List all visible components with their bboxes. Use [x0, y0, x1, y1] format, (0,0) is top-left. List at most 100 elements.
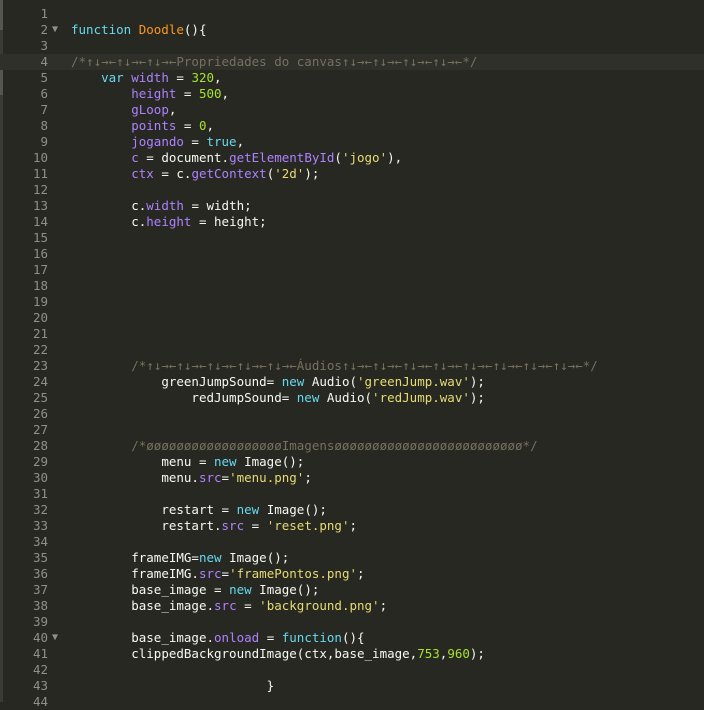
code-line[interactable]: 16	[0, 246, 704, 262]
code-text: /*↑↓→←↑↓→←↑↓→←↑↓→←↑↓→←Áudios↑↓→←↑↓→←↑↓→←…	[71, 358, 598, 374]
code-token: ,	[168, 102, 177, 117]
line-number: 28	[32, 438, 48, 453]
code-token: src	[198, 566, 222, 581]
code-line[interactable]: 24 greenJumpSound= new Audio('greenJump.…	[0, 374, 704, 390]
code-line[interactable]: 42	[0, 662, 704, 678]
code-token: =	[176, 118, 199, 133]
code-line[interactable]: 10 c = document.getElementById('jogo'),	[0, 150, 704, 166]
code-token: ,	[206, 118, 215, 133]
code-token: =	[244, 518, 267, 533]
code-token: ,	[236, 134, 245, 149]
line-number: 35	[32, 550, 48, 565]
fold-arrow-icon[interactable]: ▼	[52, 630, 62, 646]
code-line[interactable]: 5 var width = 320,	[0, 70, 704, 86]
code-line[interactable]: 34	[0, 534, 704, 550]
code-line[interactable]: 43 }	[0, 678, 704, 694]
code-line[interactable]: 9 jogando = true,	[0, 134, 704, 150]
line-number: 25	[32, 390, 48, 405]
code-line[interactable]: 29 menu = new Image();	[0, 454, 704, 470]
code-token: ,	[214, 70, 222, 85]
code-line[interactable]: 38 base_image.src = 'background.png';	[0, 598, 704, 614]
code-text: c = document.getElementById('jogo'),	[71, 150, 402, 166]
code-line[interactable]: 18	[0, 278, 704, 294]
code-token: 'menu.png'	[229, 470, 305, 485]
code-text: base_image = new Image();	[71, 582, 319, 598]
code-token: frameIMG.	[131, 566, 199, 581]
code-line[interactable]: 23 /*↑↓→←↑↓→←↑↓→←↑↓→←↑↓→←Áudios↑↓→←↑↓→←↑…	[0, 358, 704, 374]
code-line[interactable]: 32 restart = new Image();	[0, 502, 704, 518]
code-line[interactable]: 26	[0, 406, 704, 422]
code-line[interactable]: 25 redJumpSound= new Audio('redJump.wav'…	[0, 390, 704, 406]
code-line[interactable]: 19	[0, 294, 704, 310]
code-line[interactable]: 44	[0, 694, 704, 710]
code-text: frameIMG.src='framePontos.png';	[71, 566, 364, 582]
code-line[interactable]: 40 ▼ base_image.onload = function(){	[0, 630, 704, 646]
fold-arrow-icon[interactable]: ▼	[52, 22, 62, 38]
code-token: restart.	[161, 518, 222, 533]
line-number: 22	[32, 342, 48, 357]
code-line[interactable]: 8 points = 0,	[0, 118, 704, 134]
code-token: menu =	[161, 454, 214, 469]
code-token: new	[236, 502, 267, 517]
code-line[interactable]: 6 height = 500,	[0, 86, 704, 102]
line-number: 18	[32, 278, 48, 293]
code-line[interactable]: 2 ▼ function Doodle(){	[0, 22, 704, 38]
code-token: base_image.	[131, 630, 215, 645]
code-line[interactable]: 28 /*øøøøøøøøøøøøøøøøøøImagensøøøøøøøøøø…	[0, 438, 704, 454]
code-token: 960	[447, 646, 470, 661]
code-editor[interactable]: 1 2 ▼ function Doodle(){3 4/*↑↓→←↑↓→←↑↓→←Pro…	[0, 6, 704, 710]
code-line[interactable]: 1	[0, 6, 704, 22]
code-line[interactable]: 7 gLoop,	[0, 102, 704, 118]
code-token: function	[71, 22, 139, 37]
code-line[interactable]: 37 base_image = new Image();	[0, 582, 704, 598]
code-line[interactable]: 22	[0, 342, 704, 358]
code-text: clippedBackgroundImage(ctx,base_image,75…	[71, 646, 485, 662]
line-number: 30	[32, 470, 48, 485]
code-token: base_image.	[131, 598, 215, 613]
code-token: Audio(	[311, 374, 357, 389]
code-token: = height;	[191, 214, 267, 229]
code-line[interactable]: 21	[0, 326, 704, 342]
code-line[interactable]: 12	[0, 182, 704, 198]
code-token: /*↑↓→←↑↓→←↑↓→←↑↓→←↑↓→←Áudios↑↓→←↑↓→←↑↓→←…	[131, 358, 598, 373]
code-line[interactable]: 31	[0, 486, 704, 502]
code-line[interactable]: 11 ctx = c.getContext('2d');	[0, 166, 704, 182]
line-number: 13	[32, 198, 48, 213]
code-token: ,	[221, 86, 230, 101]
code-token: ;	[379, 598, 388, 613]
code-token: width	[146, 198, 184, 213]
code-line[interactable]: 14 c.height = height;	[0, 214, 704, 230]
code-token: c.	[131, 214, 147, 229]
code-token: );	[469, 646, 485, 661]
code-token: Image();	[259, 582, 320, 597]
code-line[interactable]: 17	[0, 262, 704, 278]
code-text: menu.src='menu.png';	[71, 470, 312, 486]
code-text: c.width = width;	[71, 198, 251, 214]
code-line[interactable]: 3	[0, 38, 704, 54]
code-line[interactable]: 33 restart.src = 'reset.png';	[0, 518, 704, 534]
code-line[interactable]: 36 frameIMG.src='framePontos.png';	[0, 566, 704, 582]
code-token: clippedBackgroundImage(ctx,base_image,	[131, 646, 418, 661]
code-line[interactable]: 39	[0, 614, 704, 630]
code-text: gLoop,	[71, 102, 176, 118]
line-number: 12	[32, 182, 48, 197]
code-line[interactable]: 30 menu.src='menu.png';	[0, 470, 704, 486]
code-line[interactable]: 35 frameIMG=new Image();	[0, 550, 704, 566]
code-line[interactable]: 27	[0, 422, 704, 438]
code-line[interactable]: 4 /*↑↓→←↑↓→←↑↓→←Propriedades do canvas↑↓→…	[0, 54, 704, 70]
code-line[interactable]: 15	[0, 230, 704, 246]
line-number: 19	[32, 294, 48, 309]
code-line[interactable]: 20	[0, 310, 704, 326]
code-text: /*øøøøøøøøøøøøøøøøøøImagensøøøøøøøøøøøøø…	[71, 438, 537, 454]
code-text: base_image.src = 'background.png';	[71, 598, 387, 614]
code-line[interactable]: 41 clippedBackgroundImage(ctx,base_image…	[0, 646, 704, 662]
code-line[interactable]: 13 c.width = width;	[0, 198, 704, 214]
